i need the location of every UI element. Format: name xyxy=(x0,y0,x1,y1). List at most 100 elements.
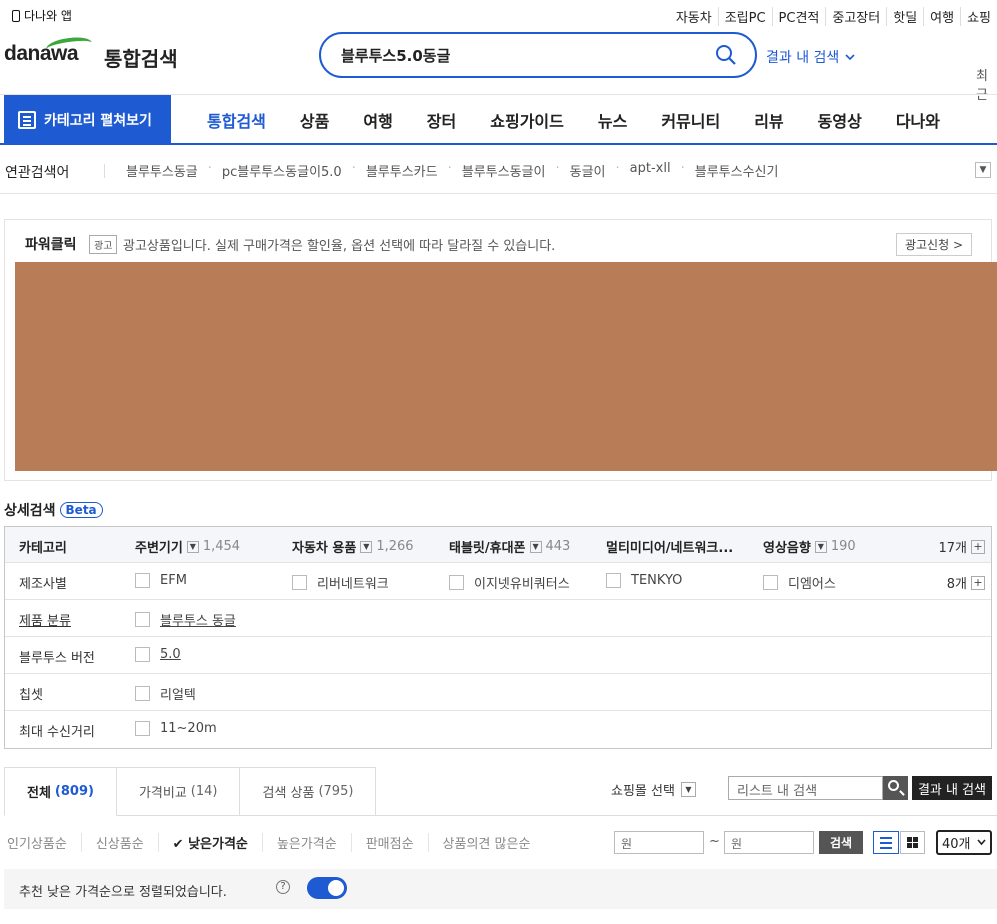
danawa-logo[interactable]: danawa xyxy=(4,34,93,66)
category-option[interactable]: 영상음향 ▼ 190 xyxy=(763,537,856,556)
sort-seller[interactable]: 판매점순 xyxy=(350,833,428,852)
filter-option[interactable]: 11~20m xyxy=(135,721,217,736)
sort-popular[interactable]: 인기상품순 xyxy=(7,833,81,852)
grid-view-button[interactable] xyxy=(900,831,925,854)
related-keyword[interactable]: 블루투스동글 xyxy=(126,161,206,180)
tab-all[interactable]: 전체 (809) xyxy=(4,767,117,816)
search-input[interactable] xyxy=(341,44,701,66)
mall-select-label: 쇼핑몰 선택 xyxy=(611,784,675,799)
checkbox[interactable] xyxy=(449,575,464,590)
option-count: 443 xyxy=(545,539,571,554)
filter-option[interactable]: 리얼텍 xyxy=(135,684,196,703)
chevron-down-icon[interactable]: ▼ xyxy=(529,540,542,553)
price-min-input[interactable]: 원 xyxy=(614,831,704,854)
list-view-icon xyxy=(880,837,892,839)
top-link-hotdeal[interactable]: 핫딜 xyxy=(886,7,923,26)
category-expand-button[interactable]: 카테고리 펼쳐보기 xyxy=(4,95,171,144)
checkbox[interactable] xyxy=(292,575,307,590)
maker-more-button[interactable]: 8개 + xyxy=(947,573,985,592)
ad-apply-button[interactable]: 광고신청 > xyxy=(895,233,972,256)
category-option[interactable]: 멀티미디어/네트워크... xyxy=(606,537,733,556)
checkbox[interactable] xyxy=(606,573,621,588)
tab-review[interactable]: 리뷰 xyxy=(737,108,800,132)
category-option[interactable]: 태블릿/휴대폰 ▼ 443 xyxy=(449,537,570,556)
related-keyword[interactable]: pc블루투스동글이5.0 xyxy=(214,161,350,180)
related-expand-chevron-down-icon[interactable]: ▼ xyxy=(975,162,991,178)
tab-products[interactable]: 상품 xyxy=(283,108,346,132)
option-name: 리버네트워크 xyxy=(317,577,389,592)
recent-label[interactable]: 최근 xyxy=(976,65,997,103)
checkbox[interactable] xyxy=(135,573,150,588)
sort-newest[interactable]: 신상품순 xyxy=(80,833,158,852)
related-keyword[interactable]: 블루투스수신기 xyxy=(687,161,787,180)
per-page-select[interactable]: 40개 xyxy=(936,830,992,855)
related-keyword[interactable]: 블루투스동글이 xyxy=(454,161,554,180)
help-icon[interactable]: ? xyxy=(276,880,290,894)
sort-most-reviews[interactable]: 상품의견 많은순 xyxy=(427,833,545,852)
tab-integrated-search[interactable]: 통합검색 xyxy=(190,108,283,132)
checkbox[interactable] xyxy=(135,647,150,662)
mall-select[interactable]: 쇼핑몰 선택 ▼ xyxy=(611,780,696,799)
search-icon xyxy=(888,780,899,791)
chevron-down-icon[interactable]: ▼ xyxy=(814,540,827,553)
list-search-input[interactable]: 리스트 내 검색 xyxy=(728,776,883,800)
maker-option[interactable]: 리버네트워크 xyxy=(292,573,389,592)
option-count: 1,454 xyxy=(202,539,241,554)
top-link-used-market[interactable]: 중고장터 xyxy=(825,7,886,26)
price-search-button[interactable]: 검색 xyxy=(819,831,863,854)
result-search-toggle[interactable]: 결과 내 검색 xyxy=(766,47,855,67)
tab-danawa[interactable]: 다나와 xyxy=(879,108,957,132)
checkbox[interactable] xyxy=(763,575,778,590)
maker-option[interactable]: EFM xyxy=(135,573,187,588)
option-name: 영상음향 xyxy=(763,541,811,556)
chevron-down-icon[interactable]: ▼ xyxy=(186,540,199,553)
checkbox[interactable] xyxy=(135,686,150,701)
list-search-button[interactable] xyxy=(883,776,908,800)
filter-option[interactable]: 블루투스 동글 xyxy=(135,610,236,629)
filter-label: 최대 수신거리 xyxy=(19,725,95,740)
maker-option[interactable]: 디엠어스 xyxy=(763,573,836,592)
maker-option[interactable]: 이지넷유비쿼터스 xyxy=(449,573,570,592)
tab-price-compare[interactable]: 가격비교 (14) xyxy=(116,767,241,816)
checkbox[interactable] xyxy=(135,612,150,627)
category-more-button[interactable]: 17개 + xyxy=(938,537,985,556)
tab-label: 가격비교 xyxy=(138,786,187,801)
search-box xyxy=(319,32,757,78)
result-search-button[interactable]: 결과 내 검색 xyxy=(912,776,992,800)
tab-market[interactable]: 장터 xyxy=(410,108,473,132)
service-title[interactable]: 통합검색 xyxy=(104,43,178,72)
tab-video[interactable]: 동영상 xyxy=(801,108,879,132)
checkbox[interactable] xyxy=(135,721,150,736)
top-link-pc-estimate[interactable]: PC견적 xyxy=(771,7,826,26)
app-link-label: 다나와 앱 xyxy=(24,9,72,23)
sort-low-price[interactable]: ✔ 낮은가격순 xyxy=(157,833,262,852)
tab-search-products[interactable]: 검색 상품 (795) xyxy=(240,767,377,816)
filter-option[interactable]: 5.0 xyxy=(135,647,181,662)
tab-news[interactable]: 뉴스 xyxy=(581,108,644,132)
category-option[interactable]: 자동차 용품 ▼ 1,266 xyxy=(292,537,414,556)
top-link-shopping[interactable]: 쇼핑 xyxy=(960,7,997,26)
top-link-assembled-pc[interactable]: 조립PC xyxy=(717,7,772,26)
tab-shopping-guide[interactable]: 쇼핑가이드 xyxy=(473,108,581,132)
price-max-input[interactable]: 원 xyxy=(724,831,814,854)
divider xyxy=(104,164,105,178)
chevron-down-icon[interactable]: ▼ xyxy=(360,540,373,553)
search-icon[interactable] xyxy=(715,44,737,66)
related-keyword[interactable]: 동글이 xyxy=(562,161,614,180)
maker-option[interactable]: TENKYO xyxy=(606,573,682,588)
related-keyword[interactable]: apt-xll xyxy=(622,161,679,180)
related-keyword[interactable]: 블루투스카드 xyxy=(358,161,446,180)
recommend-toggle[interactable] xyxy=(307,877,347,899)
top-link-travel[interactable]: 여행 xyxy=(923,7,960,26)
chevron-down-icon xyxy=(977,839,986,846)
top-link-car[interactable]: 자동차 xyxy=(670,7,718,26)
tab-travel[interactable]: 여행 xyxy=(346,108,409,132)
ad-banner[interactable] xyxy=(15,262,997,471)
sort-high-price[interactable]: 높은가격순 xyxy=(261,833,351,852)
filter-label: 제조사별 xyxy=(19,577,67,592)
list-view-button[interactable] xyxy=(873,831,899,854)
category-option[interactable]: 주변기기 ▼ 1,454 xyxy=(135,537,240,556)
tab-community[interactable]: 커뮤니티 xyxy=(644,108,737,132)
danawa-app-link[interactable]: 다나와 앱 xyxy=(12,7,72,24)
filter-label[interactable]: 제품 분류 xyxy=(19,610,71,629)
